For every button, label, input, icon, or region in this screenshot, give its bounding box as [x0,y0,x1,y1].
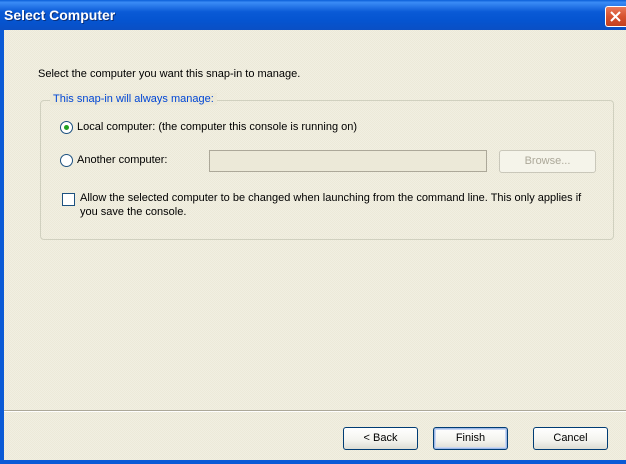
select-computer-dialog: Select Computer Select the computer you … [0,0,626,464]
finish-button[interactable]: Finish [433,427,508,450]
close-icon [610,11,621,22]
allow-change-checkbox[interactable] [62,193,75,206]
group-legend: This snap-in will always manage: [50,93,217,105]
local-computer-radio[interactable] [60,121,73,134]
computer-name-field[interactable] [209,150,487,172]
prompt-text: Select the computer you want this snap-i… [38,68,301,80]
radio-selected-dot [64,125,69,130]
browse-button[interactable]: Browse... [499,150,596,173]
back-button[interactable]: < Back [343,427,418,450]
cancel-button[interactable]: Cancel [533,427,608,450]
button-separator [4,410,626,412]
local-computer-label[interactable]: Local computer: (the computer this conso… [77,121,357,133]
window-title: Select Computer [4,7,116,23]
close-button[interactable] [605,6,626,27]
title-bar[interactable]: Select Computer [0,0,626,30]
dialog-body: Select the computer you want this snap-i… [0,30,626,464]
another-computer-label[interactable]: Another computer: [77,154,168,166]
allow-change-label[interactable]: Allow the selected computer to be change… [80,191,600,219]
another-computer-radio[interactable] [60,154,73,167]
